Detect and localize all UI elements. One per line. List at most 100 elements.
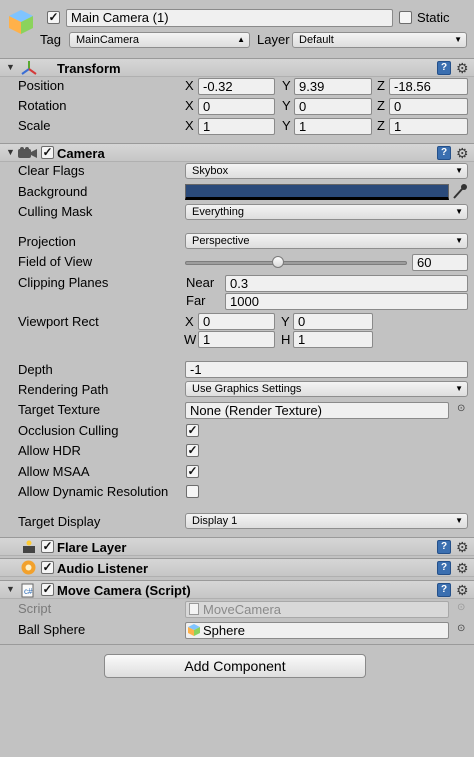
scale-x-label[interactable]: X xyxy=(185,118,194,134)
tag-dropdown[interactable]: MainCamera ▲ xyxy=(69,32,250,48)
gear-icon[interactable]: ⚙ xyxy=(456,539,469,555)
allow-msaa-checkbox[interactable]: ✓ xyxy=(186,465,199,478)
near-label[interactable]: Near xyxy=(186,275,214,291)
allow-dynamic-resolution-label: Allow Dynamic Resolution xyxy=(18,484,169,499)
dropdown-arrow-icon: ▼ xyxy=(455,166,463,175)
layer-dropdown[interactable]: Default ▼ xyxy=(292,32,467,48)
background-label: Background xyxy=(18,184,88,199)
scale-z-field[interactable]: 1 xyxy=(389,118,468,135)
occlusion-culling-checkbox[interactable]: ✓ xyxy=(186,424,199,437)
target-display-value: Display 1 xyxy=(192,515,238,527)
static-checkbox[interactable] xyxy=(399,11,412,24)
help-icon[interactable]: ? xyxy=(437,561,451,575)
culling-mask-dropdown[interactable]: Everything ▼ xyxy=(185,204,468,220)
rotation-x-label[interactable]: X xyxy=(185,98,194,114)
flare-layer-header[interactable]: ✓ Flare Layer ? ⚙ xyxy=(0,537,474,556)
depth-field[interactable]: -1 xyxy=(185,361,468,378)
gear-icon[interactable]: ⚙ xyxy=(456,582,469,598)
help-icon[interactable]: ? xyxy=(437,540,451,554)
viewport-h-label[interactable]: H xyxy=(281,332,290,348)
move-camera-enabled-checkbox[interactable]: ✓ xyxy=(41,583,54,596)
gear-icon[interactable]: ⚙ xyxy=(456,145,469,161)
viewport-h-field[interactable]: 1 xyxy=(293,331,373,348)
scale-y-field[interactable]: 1 xyxy=(294,118,372,135)
eyedropper-icon[interactable] xyxy=(452,183,468,203)
fov-slider-thumb[interactable] xyxy=(272,256,285,268)
scale-y-label[interactable]: Y xyxy=(282,118,291,134)
move-camera-header[interactable]: ▼ c# ✓ Move Camera (Script) ? ⚙ xyxy=(0,580,474,599)
flare-layer-enabled-checkbox[interactable]: ✓ xyxy=(41,540,54,553)
camera-enabled-checkbox[interactable]: ✓ xyxy=(41,146,54,159)
transform-icon xyxy=(20,60,38,79)
gear-icon[interactable]: ⚙ xyxy=(456,60,469,76)
rotation-z-field[interactable]: 0 xyxy=(389,98,468,115)
active-checkbox[interactable]: ✓ xyxy=(47,11,60,24)
layer-label: Layer xyxy=(257,32,290,47)
mesh-cube-icon xyxy=(188,624,200,639)
position-x-field[interactable]: -0.32 xyxy=(198,78,275,95)
position-z-label[interactable]: Z xyxy=(377,78,385,94)
target-texture-field[interactable]: None (Render Texture) xyxy=(185,402,449,419)
position-z-field[interactable]: -18.56 xyxy=(389,78,468,95)
rotation-x-field[interactable]: 0 xyxy=(198,98,275,115)
object-picker-icon[interactable]: ⊙ xyxy=(457,623,465,634)
divider xyxy=(0,644,474,645)
far-field[interactable]: 1000 xyxy=(225,293,468,310)
position-label[interactable]: Position xyxy=(18,78,64,94)
viewport-w-field[interactable]: 1 xyxy=(198,331,275,348)
help-icon[interactable]: ? xyxy=(437,583,451,597)
rotation-y-label[interactable]: Y xyxy=(282,98,291,114)
ball-sphere-value: Sphere xyxy=(203,623,245,638)
scale-x-field[interactable]: 1 xyxy=(198,118,275,135)
static-label: Static xyxy=(417,10,450,25)
transform-title: Transform xyxy=(57,61,121,76)
far-label[interactable]: Far xyxy=(186,293,206,309)
fov-field[interactable]: 60 xyxy=(412,254,468,271)
transform-header[interactable]: ▼ Transform ? ⚙ xyxy=(0,58,474,77)
move-camera-title: Move Camera (Script) xyxy=(57,583,191,598)
viewport-w-label[interactable]: W xyxy=(184,332,196,348)
viewport-y-field[interactable]: 0 xyxy=(293,313,373,330)
viewport-y-label[interactable]: Y xyxy=(281,314,290,330)
target-display-dropdown[interactable]: Display 1 ▼ xyxy=(185,513,468,529)
position-x-label[interactable]: X xyxy=(185,78,194,94)
target-display-label: Target Display xyxy=(18,514,101,529)
clear-flags-dropdown[interactable]: Skybox ▼ xyxy=(185,163,468,179)
rendering-path-dropdown[interactable]: Use Graphics Settings ▼ xyxy=(185,381,468,397)
ball-sphere-field[interactable]: Sphere xyxy=(185,622,449,639)
help-icon[interactable]: ? xyxy=(437,61,451,75)
viewport-x-field[interactable]: 0 xyxy=(198,313,275,330)
audio-listener-icon xyxy=(21,560,36,578)
fov-slider-track[interactable] xyxy=(185,261,407,265)
position-y-label[interactable]: Y xyxy=(282,78,291,94)
projection-dropdown[interactable]: Perspective ▼ xyxy=(185,233,468,249)
tag-value: MainCamera xyxy=(76,34,139,46)
foldout-arrow-icon[interactable]: ▼ xyxy=(6,59,15,76)
add-component-button[interactable]: Add Component xyxy=(104,654,366,678)
object-name-field[interactable]: Main Camera (1) xyxy=(66,9,393,27)
audio-listener-header[interactable]: ✓ Audio Listener ? ⚙ xyxy=(0,558,474,577)
foldout-arrow-icon[interactable]: ▼ xyxy=(6,144,15,161)
near-field[interactable]: 0.3 xyxy=(225,275,468,292)
foldout-arrow-icon[interactable]: ▼ xyxy=(6,581,15,598)
dropdown-arrow-icon: ▼ xyxy=(455,236,463,245)
culling-mask-value: Everything xyxy=(192,206,244,218)
audio-listener-title: Audio Listener xyxy=(57,561,149,576)
rotation-z-label[interactable]: Z xyxy=(377,98,385,114)
position-y-field[interactable]: 9.39 xyxy=(294,78,372,95)
help-icon[interactable]: ? xyxy=(437,146,451,160)
rotation-label[interactable]: Rotation xyxy=(18,98,66,114)
viewport-x-label[interactable]: X xyxy=(185,314,194,330)
allow-dynamic-resolution-checkbox[interactable] xyxy=(186,485,199,498)
dropdown-arrow-icon: ▼ xyxy=(454,35,462,44)
camera-header[interactable]: ▼ ✓ Camera ? ⚙ xyxy=(0,143,474,162)
audio-listener-enabled-checkbox[interactable]: ✓ xyxy=(41,561,54,574)
gear-icon[interactable]: ⚙ xyxy=(456,560,469,576)
scale-label[interactable]: Scale xyxy=(18,118,51,134)
object-picker-icon[interactable]: ⊙ xyxy=(457,403,465,414)
rotation-y-field[interactable]: 0 xyxy=(294,98,372,115)
background-color-swatch[interactable] xyxy=(185,184,449,200)
camera-title: Camera xyxy=(57,146,105,161)
scale-z-label[interactable]: Z xyxy=(377,118,385,134)
allow-hdr-checkbox[interactable]: ✓ xyxy=(186,444,199,457)
